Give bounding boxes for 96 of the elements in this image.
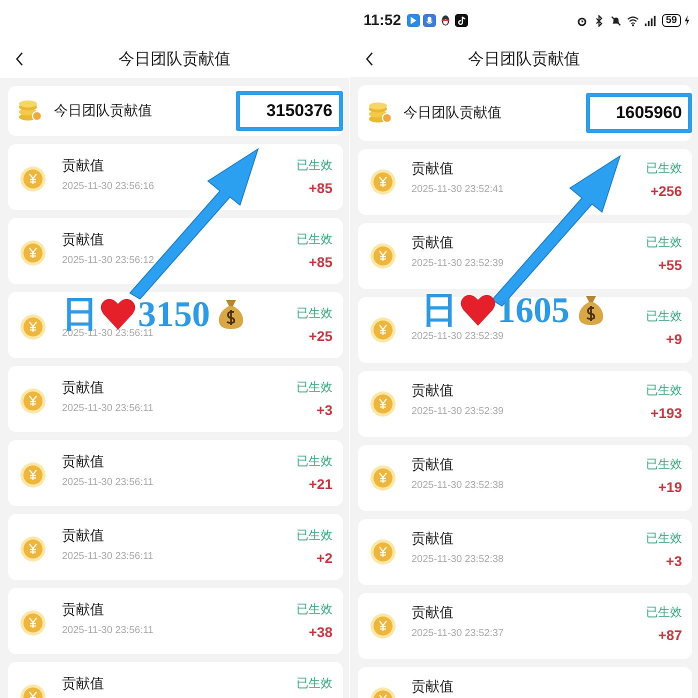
status-time: 11:52 xyxy=(364,12,402,29)
yuan-coin-icon xyxy=(370,243,396,269)
charging-icon xyxy=(684,15,690,26)
status-label: 已生效 xyxy=(646,530,682,547)
wifi-icon xyxy=(626,14,639,26)
page-title: 今日团队贡献值 xyxy=(118,50,230,70)
amount-value: +3 xyxy=(666,553,682,569)
total-value: 1605960 xyxy=(586,93,692,133)
record-title: 贡献值 xyxy=(62,157,105,175)
status-label: 已生效 xyxy=(646,382,682,399)
record-title: 贡献值 xyxy=(412,382,454,400)
record-title: 贡献值 xyxy=(62,675,105,693)
record-title: 贡献值 xyxy=(62,379,105,397)
record-time: 2025-11-30 23:52:39 xyxy=(412,258,505,269)
status-label: 已生效 xyxy=(296,379,332,396)
record-time: 2025-11-30 23:52:38 xyxy=(412,480,505,491)
record-time: 2025-11-30 23:52:38 xyxy=(412,554,505,565)
yuan-coin-icon xyxy=(370,539,396,565)
summary-label: 今日团队贡献值 xyxy=(54,102,153,120)
status-label: 已生效 xyxy=(296,157,332,174)
coin-stack-icon xyxy=(18,100,42,122)
alarm-icon xyxy=(576,14,588,26)
yuan-coin-icon xyxy=(370,169,396,195)
record-time: 2025-11-30 23:52:39 xyxy=(412,331,505,342)
amount-value: +87 xyxy=(658,627,682,643)
heart-icon xyxy=(460,293,496,327)
status-label: 已生效 xyxy=(646,308,682,325)
record-title: 贡献值 xyxy=(412,604,454,622)
yuan-coin-icon xyxy=(20,462,46,488)
status-label: 已生效 xyxy=(646,160,682,177)
record-time: 2025-11-30 23:56:12 xyxy=(62,255,156,266)
record-title: 贡献值 xyxy=(62,453,105,471)
status-label: 已生效 xyxy=(296,231,332,248)
record-title: 贡献值 xyxy=(412,456,454,474)
signal-icon xyxy=(644,14,656,26)
status-label: 已生效 xyxy=(646,234,682,251)
amount-value: +55 xyxy=(658,257,682,273)
yuan-coin-icon xyxy=(20,610,46,636)
caption-text: 日 xyxy=(422,290,458,330)
amount-value: +193 xyxy=(650,405,682,421)
record-title: 贡献值 xyxy=(412,234,454,252)
microphone-icon xyxy=(423,14,436,27)
record-title: 贡献值 xyxy=(412,160,454,178)
summary-label: 今日团队贡献值 xyxy=(404,104,502,122)
status-label: 已生效 xyxy=(646,456,682,473)
record-time: 2025-11-30 23:56:11 xyxy=(62,403,154,414)
amount-value: +19 xyxy=(658,479,682,495)
record-time: 2025-11-30 23:52:41 xyxy=(412,184,505,195)
money-bag-icon xyxy=(216,298,246,330)
yuan-coin-icon xyxy=(370,391,396,417)
record-title: 贡献值 xyxy=(62,601,105,619)
yuan-coin-icon xyxy=(20,240,46,266)
amount-value: +38 xyxy=(308,624,332,640)
caption-number: 1605 xyxy=(498,290,570,330)
battery-indicator: 59 xyxy=(662,14,681,27)
record-title: 贡献值 xyxy=(62,527,105,545)
record-time: 2025-11-30 23:56:16 xyxy=(62,181,156,192)
yuan-coin-icon xyxy=(20,314,46,340)
page-title: 今日团队贡献值 xyxy=(468,50,580,70)
status-label: 已生效 xyxy=(296,305,332,322)
amount-value: +21 xyxy=(308,476,332,492)
amount-value: +3 xyxy=(316,402,332,418)
amount-value: +85 xyxy=(308,180,332,196)
amount-value: +2 xyxy=(316,550,332,566)
record-time: 2025-11-30 23:56:11 xyxy=(62,477,154,488)
amount-value: +9 xyxy=(666,331,682,347)
status-label: 已生效 xyxy=(646,604,682,621)
yuan-coin-icon xyxy=(370,317,396,343)
yuan-coin-icon xyxy=(20,166,46,192)
status-label: 已生效 xyxy=(296,675,332,692)
status-label: 已生效 xyxy=(296,527,332,544)
app-tile-icon xyxy=(407,14,420,27)
back-icon[interactable] xyxy=(15,52,24,66)
heart-icon xyxy=(100,297,136,331)
record-time: 2025-11-30 23:56:11 xyxy=(62,328,154,339)
record-time: 2025-11-30 23:56:11 xyxy=(62,625,154,636)
amount-value: +85 xyxy=(308,254,332,270)
amount-value: +25 xyxy=(308,328,332,344)
amount-value: +256 xyxy=(650,183,682,199)
record-title: 贡献值 xyxy=(412,678,454,696)
back-icon[interactable] xyxy=(364,52,374,66)
yuan-coin-icon xyxy=(370,613,396,639)
coin-stack-icon xyxy=(368,102,392,124)
music-note-icon xyxy=(455,14,468,27)
mute-bell-icon xyxy=(610,14,622,26)
record-title: 贡献值 xyxy=(412,530,454,548)
yuan-coin-icon xyxy=(20,536,46,562)
total-value: 3150376 xyxy=(236,91,342,131)
status-label: 已生效 xyxy=(296,453,332,470)
record-time: 2025-11-30 23:52:39 xyxy=(412,406,505,417)
record-title: 贡献值 xyxy=(62,231,105,249)
record-time: 2025-11-30 23:56:11 xyxy=(62,551,154,562)
status-label: 已生效 xyxy=(296,601,332,618)
yuan-coin-icon xyxy=(20,388,46,414)
record-time: 2025-11-30 23:52:37 xyxy=(412,628,505,639)
yuan-coin-icon xyxy=(370,465,396,491)
